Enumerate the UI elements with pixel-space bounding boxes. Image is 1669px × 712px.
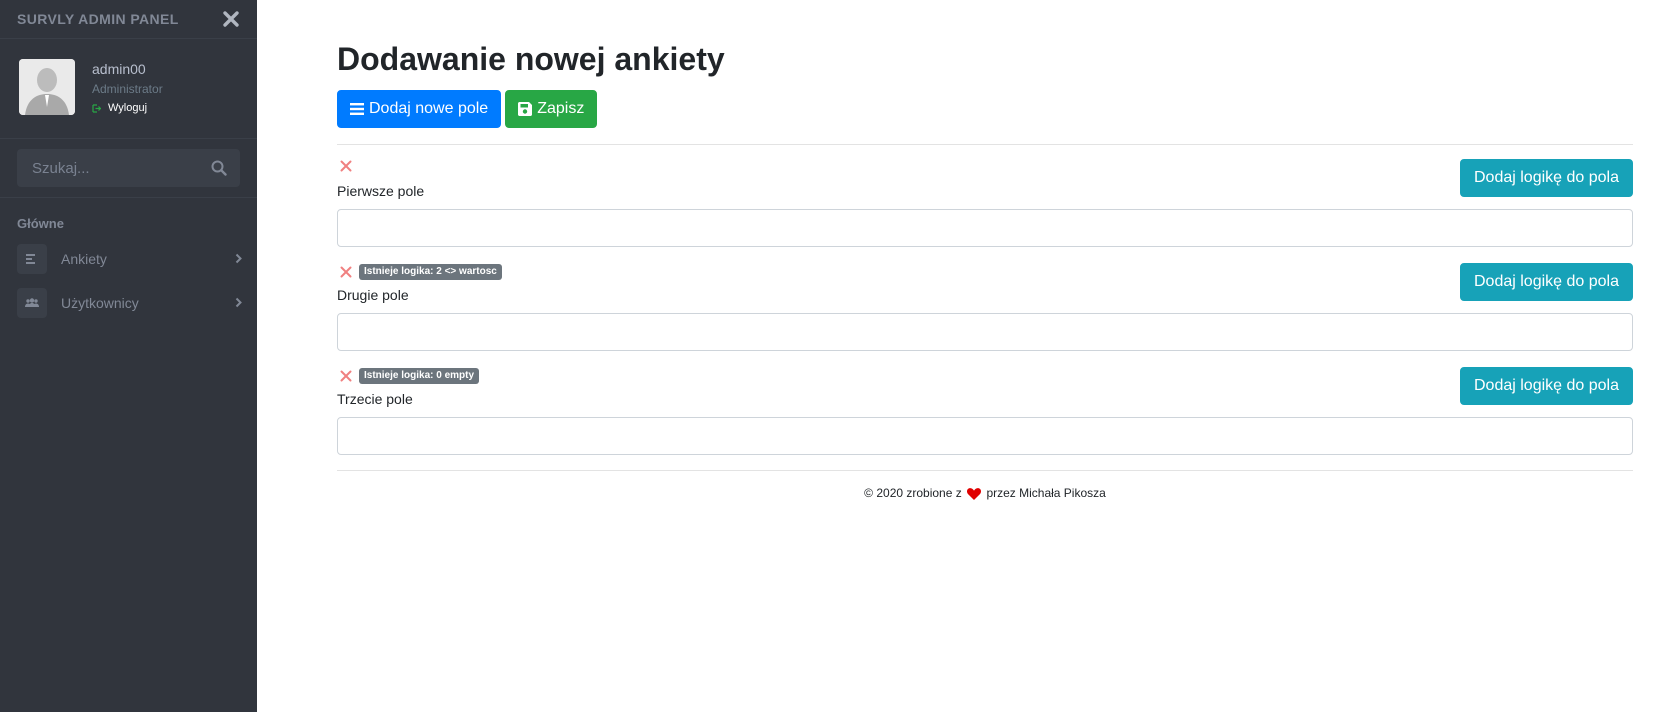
logout-icon: [92, 103, 101, 113]
sidebar-search: [0, 139, 257, 198]
remove-field-icon[interactable]: [340, 370, 352, 382]
avatar-icon: [19, 59, 75, 115]
field-label: Pierwsze pole: [337, 183, 425, 200]
logic-badge: Istnieje logika: 0 empty: [359, 368, 480, 385]
chevron-right-icon: [235, 253, 242, 264]
footer-text-before: © 2020 zrobione z: [864, 486, 962, 501]
close-icon[interactable]: [222, 10, 240, 28]
logout-label: Wyloguj: [108, 102, 148, 114]
survey-field: Istnieje logika: 0 empty Trzecie pole Do…: [337, 367, 1633, 478]
toolbar: Dodaj nowe pole Zapisz: [337, 90, 1633, 129]
avatar: [19, 59, 75, 115]
field-input[interactable]: [337, 417, 1633, 456]
logout-link[interactable]: Wyloguj: [92, 102, 163, 114]
remove-field-icon[interactable]: [340, 160, 352, 172]
survey-field: Istnieje logika: 2 <> wartosc Drugie pol…: [337, 263, 1633, 374]
chevron-right-icon: [235, 297, 242, 308]
search-input[interactable]: [30, 158, 194, 178]
add-logic-button[interactable]: Dodaj logikę do pola: [1460, 159, 1633, 198]
sidebar-header: SURVLY ADMIN PANEL: [0, 0, 257, 39]
divider: [337, 144, 1633, 146]
brand-title: SURVLY ADMIN PANEL: [17, 11, 179, 27]
save-label: Zapisz: [537, 100, 585, 118]
survey-field: Pierwsze pole Dodaj logikę do pola: [337, 159, 1633, 270]
heart-icon: [967, 488, 982, 501]
field-input[interactable]: [337, 313, 1633, 352]
bars-icon: [350, 103, 364, 116]
sidebar-item-label: Ankiety: [61, 250, 107, 267]
sidebar-item-ankiety[interactable]: Ankiety: [0, 242, 257, 275]
page-title: Dodawanie nowej ankiety: [337, 41, 725, 77]
user-name: admin00: [92, 61, 146, 77]
add-logic-button[interactable]: Dodaj logikę do pola: [1460, 367, 1633, 406]
users-icon: [17, 287, 47, 318]
list-icon: [17, 243, 47, 274]
add-field-button[interactable]: Dodaj nowe pole: [337, 90, 502, 129]
search-icon[interactable]: [211, 160, 227, 176]
field-input[interactable]: [337, 209, 1633, 248]
search-box: [17, 149, 240, 187]
sidebar-item-label: Użytkownicy: [61, 294, 139, 311]
logic-badge: Istnieje logika: 2 <> wartosc: [359, 264, 502, 281]
field-label: Drugie pole: [337, 287, 409, 304]
menu-section-title: Główne: [17, 216, 64, 231]
field-label: Trzecie pole: [337, 391, 413, 408]
save-button[interactable]: Zapisz: [505, 90, 598, 129]
footer: © 2020 zrobione z przez Michała Pikosza: [337, 486, 1633, 500]
user-role: Administrator: [92, 82, 163, 96]
sidebar-item-uzytkownicy[interactable]: Użytkownicy: [0, 286, 257, 319]
user-panel: admin00 Administrator Wyloguj: [0, 39, 257, 139]
footer-text-after: przez Michała Pikosza: [986, 486, 1106, 501]
add-field-label: Dodaj nowe pole: [369, 100, 489, 118]
remove-field-icon[interactable]: [340, 266, 352, 278]
main-content: Dodawanie nowej ankiety Dodaj nowe pole …: [337, 0, 1633, 500]
add-logic-button[interactable]: Dodaj logikę do pola: [1460, 263, 1633, 302]
save-icon: [518, 102, 533, 117]
sidebar: SURVLY ADMIN PANEL admin00 Administrator…: [0, 0, 257, 712]
